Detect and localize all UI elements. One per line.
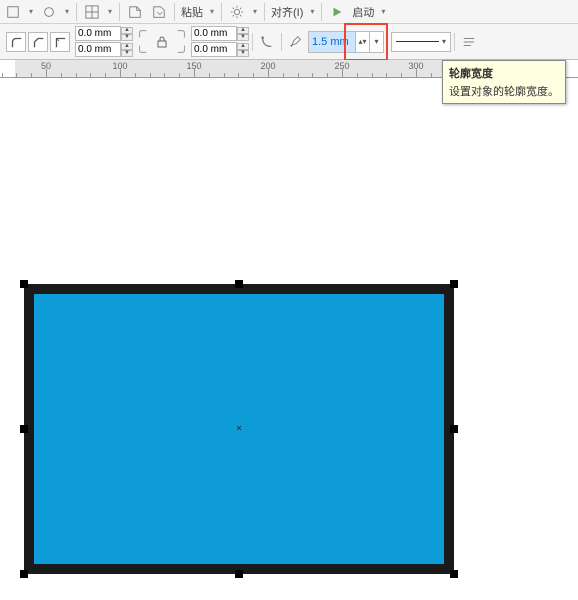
selection-handle[interactable] bbox=[450, 280, 458, 288]
dropdown-arrow-icon[interactable]: ▾ bbox=[378, 2, 388, 22]
text-wrap-button[interactable] bbox=[458, 32, 480, 52]
spin-down-icon[interactable]: ▼ bbox=[237, 50, 249, 57]
corner-br-icon bbox=[174, 42, 188, 56]
tooltip: 轮廓宽度 设置对象的轮廓宽度。 bbox=[442, 60, 566, 104]
corner-tr-icon bbox=[174, 27, 188, 41]
separator bbox=[281, 33, 282, 51]
separator bbox=[174, 3, 175, 21]
dropdown-arrow-icon[interactable]: ▾ bbox=[105, 2, 115, 22]
property-toolbar: ▲▼ ▲▼ ▲▼ ▲▼ ▴▾ ▾ bbox=[0, 24, 578, 60]
selection-handle[interactable] bbox=[235, 280, 243, 288]
corner-scallop-button[interactable] bbox=[28, 32, 48, 52]
pen-outline-button[interactable] bbox=[285, 32, 307, 52]
separator bbox=[221, 3, 222, 21]
separator bbox=[321, 3, 322, 21]
corner-tl-input[interactable] bbox=[75, 26, 121, 41]
table-button[interactable] bbox=[81, 2, 103, 22]
dropdown-arrow-icon: ▾ bbox=[442, 37, 446, 46]
spin-down-icon[interactable]: ▼ bbox=[237, 34, 249, 41]
corner-tr-input[interactable] bbox=[191, 26, 237, 41]
outline-width-spin[interactable]: ▴▾ bbox=[355, 32, 369, 52]
selection-center-mark[interactable]: × bbox=[236, 424, 242, 435]
canvas[interactable]: × bbox=[0, 78, 578, 600]
outline-width-dropdown-icon[interactable]: ▾ bbox=[369, 32, 383, 52]
tooltip-title: 轮廓宽度 bbox=[449, 65, 559, 81]
spin-up-icon[interactable]: ▲ bbox=[121, 27, 133, 34]
dropdown-arrow-icon[interactable]: ▾ bbox=[26, 2, 36, 22]
import-button[interactable] bbox=[124, 2, 146, 22]
spin-up-icon[interactable]: ▲ bbox=[237, 27, 249, 34]
export-button[interactable] bbox=[148, 2, 170, 22]
tool-button[interactable] bbox=[2, 2, 24, 22]
dropdown-arrow-icon[interactable]: ▾ bbox=[62, 2, 72, 22]
selection-handle[interactable] bbox=[20, 570, 28, 578]
align-label: 对齐(I) bbox=[269, 4, 305, 20]
main-toolbar: ▾ ▾ ▾ 粘贴 ▾ ▾ 对齐(I) ▾ 启动 ▾ bbox=[0, 0, 578, 24]
corner-br-input[interactable] bbox=[191, 42, 237, 57]
corner-chamfer-button[interactable] bbox=[50, 32, 70, 52]
corner-style-group bbox=[2, 32, 74, 52]
outline-width-input[interactable] bbox=[309, 32, 355, 52]
outline-width-field: ▴▾ ▾ bbox=[308, 31, 384, 53]
corner-tl-icon bbox=[136, 27, 150, 41]
separator bbox=[252, 33, 253, 51]
selection-handle[interactable] bbox=[235, 570, 243, 578]
separator bbox=[387, 33, 388, 51]
spin-up-icon[interactable]: ▲ bbox=[121, 43, 133, 50]
spin-down-icon[interactable]: ▼ bbox=[121, 50, 133, 57]
separator bbox=[119, 3, 120, 21]
line-preview bbox=[396, 41, 439, 42]
options-button[interactable] bbox=[226, 2, 248, 22]
tool-button[interactable] bbox=[38, 2, 60, 22]
separator bbox=[76, 3, 77, 21]
launch-button[interactable] bbox=[326, 2, 348, 22]
corner-round-button[interactable] bbox=[6, 32, 26, 52]
corner-radius-right-group: ▲▼ ▲▼ bbox=[191, 26, 249, 58]
tooltip-body: 设置对象的轮廓宽度。 bbox=[449, 83, 559, 99]
separator bbox=[454, 33, 455, 51]
lock-corners-button[interactable] bbox=[153, 32, 171, 52]
relative-scaling-button[interactable] bbox=[256, 32, 278, 52]
selection-handle[interactable] bbox=[450, 570, 458, 578]
dropdown-arrow-icon[interactable]: ▾ bbox=[207, 2, 217, 22]
ruler-selection-marker bbox=[15, 60, 460, 78]
selection-handle[interactable] bbox=[20, 280, 28, 288]
selection-handle[interactable] bbox=[20, 425, 28, 433]
paste-label: 粘贴 bbox=[179, 4, 205, 20]
spin-up-icon[interactable]: ▲ bbox=[237, 43, 249, 50]
spin-down-icon[interactable]: ▼ bbox=[121, 34, 133, 41]
corner-radius-left-group: ▲▼ ▲▼ bbox=[75, 26, 133, 58]
launch-label: 启动 bbox=[350, 4, 376, 20]
corner-bl-icon bbox=[136, 42, 150, 56]
separator bbox=[264, 3, 265, 21]
dropdown-arrow-icon[interactable]: ▾ bbox=[250, 2, 260, 22]
selection-handle[interactable] bbox=[450, 425, 458, 433]
dropdown-arrow-icon[interactable]: ▾ bbox=[307, 2, 317, 22]
corner-bl-input[interactable] bbox=[75, 42, 121, 57]
line-style-dropdown[interactable]: ▾ bbox=[391, 32, 451, 52]
